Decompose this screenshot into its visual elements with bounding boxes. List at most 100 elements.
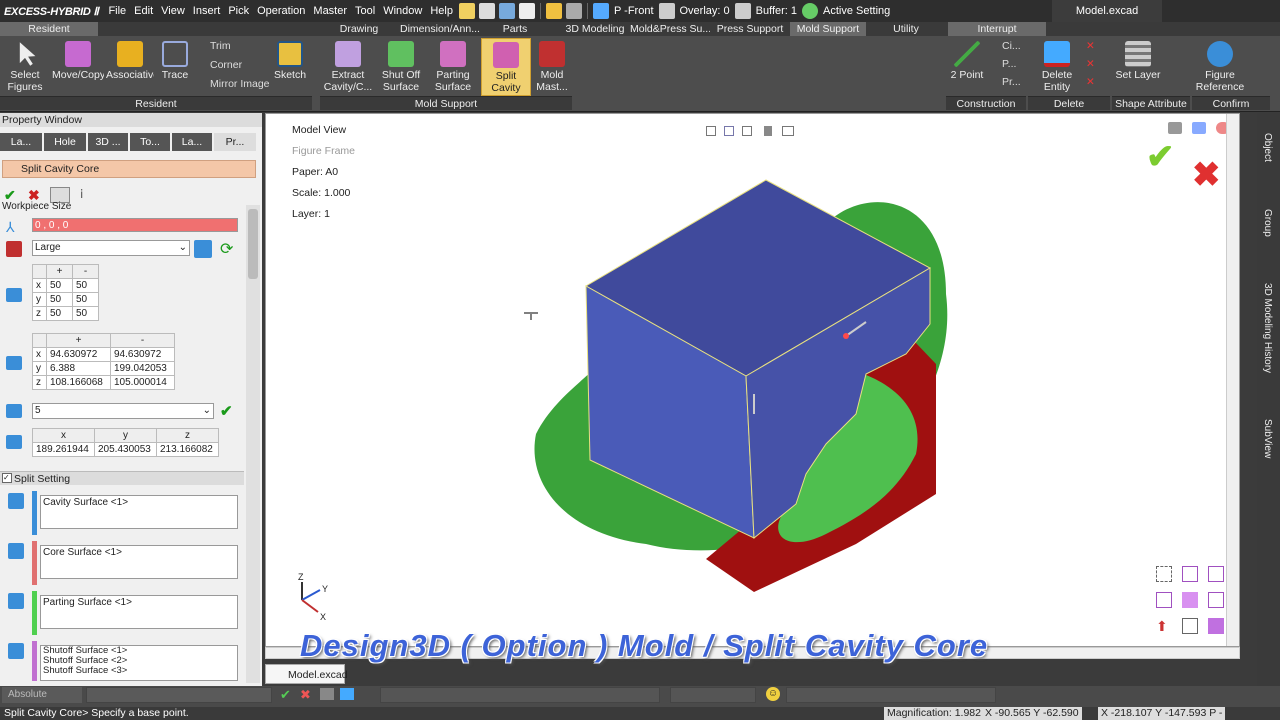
delete-x-icon[interactable]: ✕ (1086, 39, 1106, 53)
delete-x-icon[interactable]: ✕ (1086, 57, 1106, 71)
tab-utility[interactable]: Utility (868, 22, 944, 36)
point-button[interactable]: P... (988, 57, 1028, 71)
model-canvas[interactable]: Z Y X (266, 114, 1241, 648)
shutoff-item[interactable]: Shutoff Surface <3> (43, 666, 237, 676)
view-cube-icon[interactable] (1208, 566, 1224, 582)
message-field[interactable] (786, 687, 996, 703)
tab-mold-support[interactable]: Mold Support (790, 22, 866, 36)
circle-button[interactable]: Ci... (988, 39, 1028, 53)
open-file-icon[interactable] (478, 3, 495, 19)
move-copy-button[interactable]: Move/Copy (52, 38, 104, 96)
tab-3d-modeling[interactable]: 3D Modeling (562, 22, 628, 36)
view-direction[interactable]: P -Front (611, 5, 657, 17)
menu-operation[interactable]: Operation (253, 5, 309, 17)
tab-resident[interactable]: Resident (0, 22, 98, 36)
subtab-tool[interactable]: To... (130, 133, 170, 151)
subtab-property[interactable]: Pr... (214, 133, 256, 151)
buffer-icon[interactable] (734, 3, 751, 19)
origin-field[interactable]: 0 , 0 , 0 (32, 218, 238, 232)
menu-file[interactable]: File (104, 5, 130, 17)
all-button-icon[interactable] (194, 240, 212, 258)
line-style-field[interactable] (670, 687, 756, 703)
range-cell[interactable]: 199.042053 (110, 361, 175, 376)
reject-icon[interactable]: ✖ (300, 687, 311, 703)
core-surface-field[interactable]: Core Surface <1> (40, 545, 238, 579)
select-figures-button[interactable]: Select Figures (2, 38, 48, 96)
tab-press-support[interactable]: Press Support (712, 22, 788, 36)
print-icon[interactable] (518, 3, 535, 19)
margin-cell[interactable]: 50 (46, 292, 73, 307)
accept-icon[interactable]: ✔ (280, 687, 291, 703)
group-confirm[interactable]: Confirm (1192, 96, 1270, 110)
menu-pick[interactable]: Pick (224, 5, 253, 17)
trim-button[interactable]: Trim (196, 39, 270, 53)
menu-window[interactable]: Window (379, 5, 426, 17)
menu-edit[interactable]: Edit (130, 5, 157, 17)
dock-tab-subview[interactable]: SubView (1262, 419, 1273, 458)
view-cube-icon[interactable]: ⬆ (1156, 618, 1172, 634)
mirror-image-button[interactable]: Mirror Image (196, 77, 270, 91)
tab-parts[interactable]: Parts (480, 22, 550, 36)
tab-drawing[interactable]: Drawing (318, 22, 400, 36)
margin-cell[interactable]: 50 (72, 306, 99, 321)
viewport-vscroll[interactable] (1226, 114, 1239, 646)
new-file-icon[interactable] (458, 3, 475, 19)
subtab-layer-2[interactable]: La... (172, 133, 212, 151)
margin-cell[interactable]: 50 (72, 292, 99, 307)
margin-cell[interactable]: 50 (46, 278, 73, 293)
range-cell[interactable]: 6.388 (46, 361, 111, 376)
split-setting-checkbox[interactable]: ✓ (2, 473, 12, 483)
two-point-button[interactable]: 2 Point (948, 38, 986, 96)
scrollbar-thumb[interactable] (248, 209, 258, 279)
cavity-surface-field[interactable]: Cavity Surface <1> (40, 495, 238, 529)
trace-button[interactable]: Trace (156, 38, 194, 96)
tab-interrupt[interactable]: Interrupt (948, 22, 1046, 36)
sketch-button[interactable]: Sketch (270, 38, 310, 96)
group-construction[interactable]: Construction (946, 96, 1026, 110)
range-cell[interactable]: 105.000014 (110, 375, 175, 390)
info-small-icon[interactable]: ⅰ (80, 187, 83, 201)
size-select[interactable]: Large ⌄ (32, 240, 190, 256)
mold-master-button[interactable]: Mold Mast... (534, 38, 570, 96)
coordinate-input[interactable] (86, 687, 272, 703)
menu-view[interactable]: View (157, 5, 189, 17)
round-select[interactable]: 5 ⌄ (32, 403, 214, 419)
active-setting-icon[interactable] (802, 3, 819, 19)
associative-button[interactable]: Associative (106, 38, 154, 96)
delete-x-icon[interactable]: ✕ (1086, 75, 1106, 89)
margin-cell[interactable]: 50 (72, 278, 99, 293)
view-cube-icon[interactable] (1156, 566, 1172, 582)
view-cube-icon[interactable] (1208, 618, 1224, 634)
dock-tab-history[interactable]: 3D Modeling History (1262, 283, 1273, 373)
view-cube-icon[interactable] (1182, 618, 1198, 634)
base-point-marker[interactable] (843, 333, 849, 339)
save-icon[interactable] (498, 3, 515, 19)
tab-dimension[interactable]: Dimension/Ann... (400, 22, 480, 36)
dock-tab-group[interactable]: Group (1262, 209, 1273, 237)
menu-help[interactable]: Help (426, 5, 457, 17)
buffer-status[interactable]: Buffer: 1 (753, 5, 800, 17)
file-title-tab[interactable]: Model.excad (1052, 0, 1162, 22)
view-icon[interactable] (592, 3, 609, 19)
subtab-3d[interactable]: 3D ... (88, 133, 128, 151)
tool-icon[interactable] (340, 688, 354, 700)
apply-check-icon[interactable]: ✔ (220, 402, 233, 420)
refresh-icon[interactable]: ⟳ (220, 239, 233, 259)
range-cell[interactable]: 108.166068 (46, 375, 111, 390)
set-layer-button[interactable]: Set Layer (1114, 38, 1162, 96)
split-cavity-button[interactable]: Split Cavity C... (481, 38, 531, 96)
shutoff-list[interactable]: Shutoff Surface <1> Shutoff Surface <2> … (40, 645, 238, 681)
group-shape-attribute[interactable]: Shape Attribute (1112, 96, 1190, 110)
view-cube-icon[interactable] (1182, 566, 1198, 582)
parting-surface-field[interactable]: Parting Surface <1> (40, 595, 238, 629)
overlay-icon[interactable] (658, 3, 675, 19)
menu-master[interactable]: Master (309, 5, 351, 17)
projection-button[interactable]: Pr... (988, 75, 1028, 89)
delete-entity-button[interactable]: Delete Entity (1034, 38, 1080, 96)
margin-cell[interactable]: 50 (46, 306, 73, 321)
view-cube-icon[interactable] (1156, 592, 1172, 608)
status-fields[interactable] (380, 687, 660, 703)
shut-off-surface-button[interactable]: Shut Off Surface (378, 38, 424, 96)
figure-reference-button[interactable]: Figure Reference (1194, 38, 1246, 96)
subtab-layer[interactable]: La... (0, 133, 42, 151)
